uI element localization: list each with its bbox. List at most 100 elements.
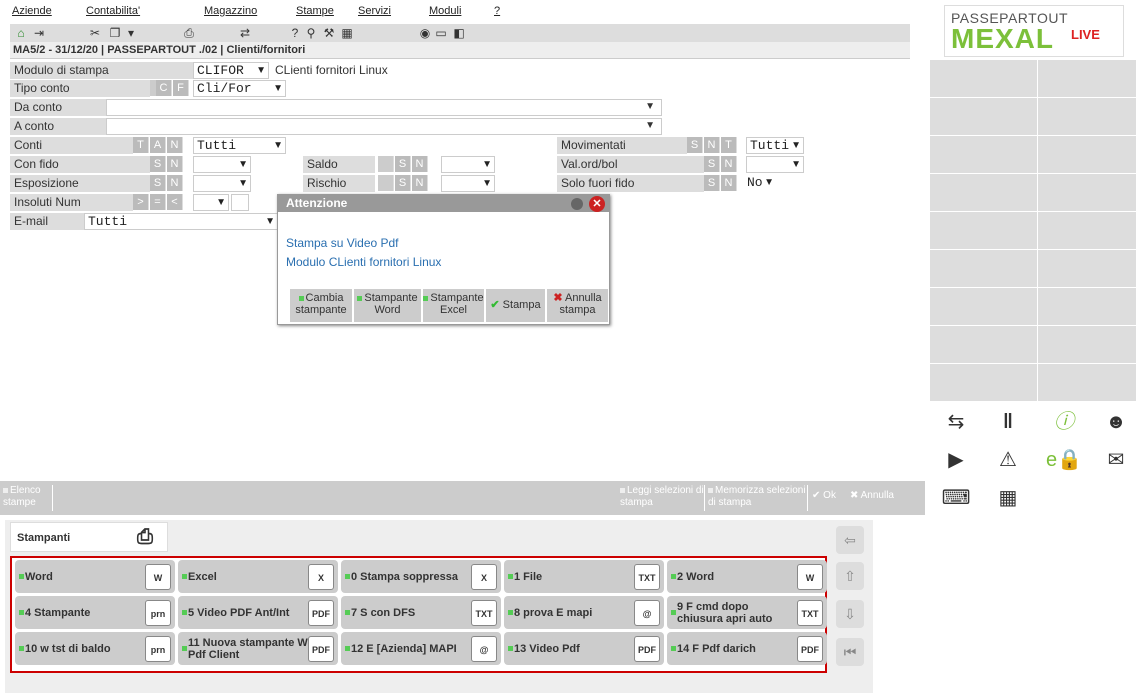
panel-cell[interactable] <box>930 364 1038 402</box>
calculator-icon[interactable]: ▦ <box>340 26 354 40</box>
printer-item[interactable]: 11 Nuova stampante W Pdf Client PDF <box>178 632 338 665</box>
tipo-option-c[interactable]: C <box>156 80 172 96</box>
tab-stampanti[interactable]: Stampanti ⎙ <box>10 522 168 552</box>
saldo-select[interactable]: ▼ <box>441 156 495 173</box>
conti-option-n[interactable]: N <box>167 137 183 153</box>
window-icon[interactable]: ◧ <box>452 26 466 40</box>
help-icon[interactable]: ? <box>288 26 302 40</box>
solo-option-s[interactable]: S <box>704 175 720 191</box>
a-conto-select[interactable]: ▼ <box>106 118 662 135</box>
leggi-selezioni-button[interactable]: Leggi selezioni di stampa <box>620 485 705 511</box>
exit-icon[interactable]: ⇥ <box>32 26 46 40</box>
panel-cell[interactable] <box>930 288 1038 326</box>
panel-cell[interactable] <box>930 212 1038 250</box>
valord-option-n[interactable]: N <box>721 156 737 172</box>
printer-item[interactable]: 4 Stampante prn <box>15 596 175 629</box>
solo-option-n[interactable]: N <box>721 175 737 191</box>
tipo-select[interactable]: Cli/For ▼ <box>193 80 286 97</box>
cambia-stampante-button[interactable]: Cambia stampante <box>290 289 353 322</box>
copy-icon[interactable]: ❐ <box>108 26 122 40</box>
paste-icon[interactable]: ▾ <box>124 26 138 40</box>
home-icon[interactable]: ⌂ <box>14 26 28 40</box>
insoluti-option-lt[interactable]: < <box>167 194 183 210</box>
printer-item[interactable]: 9 F cmd dopo chiusura apri auto TXT <box>667 596 827 629</box>
ok-button[interactable]: ✔ Ok <box>812 490 836 502</box>
close-icon[interactable]: ✕ <box>589 196 605 212</box>
printer-item[interactable]: 1 File TXT <box>504 560 664 593</box>
export-icon[interactable]: ⇆ <box>936 404 976 440</box>
message-icon[interactable]: ✉ <box>1096 442 1136 478</box>
calculator-grid-icon[interactable]: ▦ <box>988 480 1028 516</box>
printer-item[interactable]: 8 prova E mapi @ <box>504 596 664 629</box>
movimentati-option-t[interactable]: T <box>721 137 737 153</box>
first-page-icon[interactable]: ⏮ <box>836 638 864 666</box>
radio-icon[interactable]: ◉ <box>418 26 432 40</box>
movimentati-option-n[interactable]: N <box>704 137 720 153</box>
confido-select[interactable]: ▼ <box>193 156 251 173</box>
stampa-button[interactable]: ✔ Stampa <box>486 289 546 322</box>
email-select[interactable]: Tutti ▼ <box>84 213 278 230</box>
da-conto-select[interactable]: ▼ <box>106 99 662 116</box>
annulla-stampa-button[interactable]: ✖ Annulla stampa <box>547 289 609 322</box>
panel-cell[interactable] <box>1038 212 1137 250</box>
transfer-icon[interactable]: ⇄ <box>238 26 252 40</box>
esposizione-select[interactable]: ▼ <box>193 175 251 192</box>
arrow-down-icon[interactable]: ⇩ <box>836 600 864 628</box>
menu-servizi[interactable]: Servizi <box>358 5 391 17</box>
printer-item[interactable]: Excel X <box>178 560 338 593</box>
scissors-icon[interactable]: ✂ <box>88 26 102 40</box>
panel-cell[interactable] <box>1038 326 1137 364</box>
tipo-option-f[interactable]: F <box>173 80 189 96</box>
panel-cell[interactable] <box>930 250 1038 288</box>
menu-contabilita[interactable]: Contabilita' <box>86 5 140 17</box>
printer-item[interactable]: 14 F Pdf darich PDF <box>667 632 827 665</box>
stampante-word-button[interactable]: Stampante Word <box>354 289 422 322</box>
rischio-select[interactable]: ▼ <box>441 175 495 192</box>
rischio-option-s[interactable]: S <box>395 175 411 191</box>
printer-item[interactable]: Word W <box>15 560 175 593</box>
arrow-left-icon[interactable]: ⇦ <box>836 526 864 554</box>
panel-cell[interactable] <box>930 174 1038 212</box>
panel-cell[interactable] <box>1038 174 1137 212</box>
menu-aziende[interactable]: Aziende <box>12 5 52 17</box>
conti-option-a[interactable]: A <box>150 137 166 153</box>
valord-option-s[interactable]: S <box>704 156 720 172</box>
printer-item[interactable]: 10 w tst di baldo prn <box>15 632 175 665</box>
insoluti-option-gt[interactable]: > <box>133 194 149 210</box>
arrow-up-icon[interactable]: ⇧ <box>836 562 864 590</box>
panel-cell[interactable] <box>1038 98 1137 136</box>
solo-fuori-fido-select[interactable]: No ▼ <box>744 175 776 192</box>
conti-select[interactable]: Tutti ▼ <box>193 137 286 154</box>
minimize-icon[interactable] <box>571 198 583 210</box>
printer-item[interactable]: 13 Video Pdf PDF <box>504 632 664 665</box>
saldo-option-s[interactable]: S <box>395 156 411 172</box>
video-icon[interactable]: ▶ <box>936 442 976 478</box>
panel-cell[interactable] <box>930 98 1038 136</box>
panel-cell[interactable] <box>1038 288 1137 326</box>
insoluti-select[interactable]: ▼ <box>193 194 229 211</box>
panel-cell[interactable] <box>930 136 1038 174</box>
menu-stampe[interactable]: Stampe <box>296 5 334 17</box>
search-icon[interactable]: ⚲ <box>304 26 318 40</box>
panel-cell[interactable] <box>930 60 1038 98</box>
tools-icon[interactable]: ⚒ <box>322 26 336 40</box>
saldo-option-n[interactable]: N <box>412 156 428 172</box>
movimentati-option-s[interactable]: S <box>687 137 703 153</box>
menu-help[interactable]: ? <box>494 5 500 17</box>
valord-select[interactable]: ▼ <box>746 156 804 173</box>
info-icon[interactable]: ⓘ <box>1044 404 1084 440</box>
user-alert-icon[interactable]: ☻ <box>1096 404 1136 440</box>
menu-magazzino[interactable]: Magazzino <box>204 5 257 17</box>
annulla-button[interactable]: ✖ Annulla <box>850 490 894 502</box>
modulo-select[interactable]: CLIFOR ▼ <box>193 62 269 79</box>
printer-item[interactable]: 2 Word W <box>667 560 827 593</box>
rischio-option-n[interactable]: N <box>412 175 428 191</box>
panel-cell[interactable] <box>1038 60 1137 98</box>
panel-cell[interactable] <box>1038 250 1137 288</box>
printer-item[interactable]: 5 Video PDF Ant/Int PDF <box>178 596 338 629</box>
esposizione-option-s[interactable]: S <box>150 175 166 191</box>
confido-option-n[interactable]: N <box>167 156 183 172</box>
monitor-icon[interactable]: ▭ <box>434 26 448 40</box>
pause-icon[interactable]: ‖ <box>988 404 1028 440</box>
confido-option-s[interactable]: S <box>150 156 166 172</box>
